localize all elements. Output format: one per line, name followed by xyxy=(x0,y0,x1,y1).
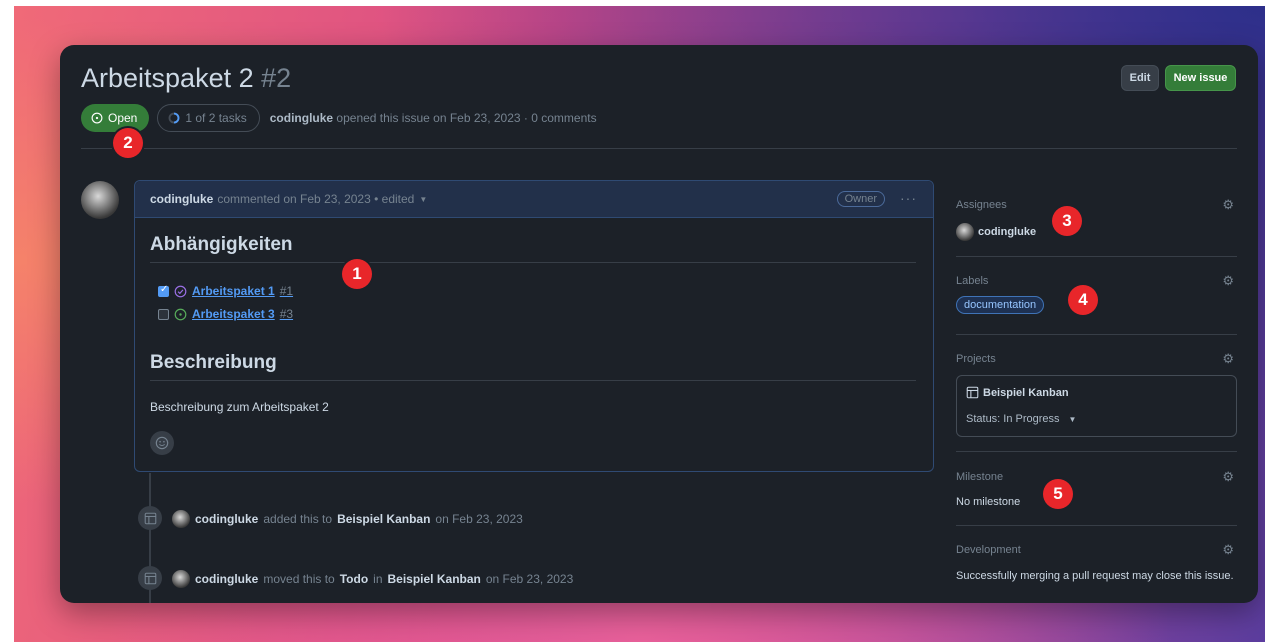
project-status: Status: In Progress xyxy=(966,413,1060,425)
timeline-user[interactable]: codingluke xyxy=(195,572,258,586)
annotation-marker-4: 4 xyxy=(1068,285,1098,315)
sidebar-divider xyxy=(956,451,1237,452)
sidebar-divider xyxy=(956,256,1237,257)
timeline-action: added this to xyxy=(263,512,333,526)
smiley-icon xyxy=(155,436,169,450)
sidebar-divider xyxy=(956,525,1237,526)
issue-opened-text: opened this issue on Feb 23, 2023 · 0 co… xyxy=(336,111,597,125)
chevron-down-icon: ▼ xyxy=(1068,414,1077,424)
issue-title-text: Arbeitspaket 2 xyxy=(81,63,254,93)
timeline-user[interactable]: codingluke xyxy=(195,512,258,526)
comment-header: codingluke commented on Feb 23, 2023 • e… xyxy=(135,181,933,218)
more-options-icon[interactable]: ··· xyxy=(900,190,917,206)
project-card: Beispiel Kanban Status: In Progress ▼ xyxy=(956,375,1237,437)
timeline-action: moved this to xyxy=(263,572,335,586)
avatar xyxy=(956,223,974,241)
assignee[interactable]: codingluke xyxy=(956,223,1036,241)
open-state-badge: Open xyxy=(81,104,150,132)
chevron-down-icon[interactable]: ▼ xyxy=(419,195,427,204)
issue-sidebar: Assignees ⚙ codingluke Labels ⚙ document… xyxy=(956,45,1237,603)
development-text: Successfully merging a pull request may … xyxy=(956,570,1234,582)
gear-icon[interactable]: ⚙ xyxy=(1222,351,1234,367)
annotation-marker-3: 3 xyxy=(1052,206,1082,236)
issue-state-row: Open 1 of 2 tasks codingluke opened this… xyxy=(81,104,597,132)
progress-ring-icon xyxy=(168,112,180,124)
issue-title: Arbeitspaket 2 #2 xyxy=(81,63,291,94)
open-issue-icon xyxy=(91,112,103,124)
task-list-item: Arbeitspaket 3 #3 xyxy=(158,307,293,321)
owner-badge: Owner xyxy=(836,191,885,207)
open-issue-icon xyxy=(174,308,187,320)
gear-icon[interactable]: ⚙ xyxy=(1222,469,1234,485)
milestone-value: No milestone xyxy=(956,496,1021,508)
project-table-icon xyxy=(138,566,162,590)
assignee-name: codingluke xyxy=(978,226,1037,238)
gear-icon[interactable]: ⚙ xyxy=(1222,273,1234,289)
timeline-date: on Feb 23, 2023 xyxy=(435,512,523,526)
gear-icon[interactable]: ⚙ xyxy=(1222,542,1234,558)
annotation-marker-1: 1 xyxy=(342,259,372,289)
timeline-column[interactable]: Todo xyxy=(340,572,368,586)
project-name-row[interactable]: Beispiel Kanban xyxy=(966,386,1069,399)
table-icon xyxy=(144,512,156,524)
annotation-marker-5: 5 xyxy=(1043,479,1073,509)
avatar[interactable] xyxy=(172,570,190,588)
heading-dependencies: Abhängigkeiten xyxy=(150,234,916,263)
timeline-event: codingluke added this to Beispiel Kanban… xyxy=(172,510,523,528)
sidebar-divider xyxy=(956,334,1237,335)
task-link[interactable]: Arbeitspaket 3 xyxy=(192,307,275,321)
task-number[interactable]: #3 xyxy=(280,307,293,321)
timeline-event: codingluke moved this to Todo in Beispie… xyxy=(172,570,573,588)
add-reaction-button[interactable] xyxy=(150,431,174,455)
issue-author-link[interactable]: codingluke xyxy=(270,111,333,125)
project-status-dropdown[interactable]: Status: In Progress ▼ xyxy=(966,413,1076,425)
timeline-connector: in xyxy=(373,572,383,586)
projects-title: Projects xyxy=(956,353,996,365)
closed-issue-icon xyxy=(174,285,187,297)
issue-window: Arbeitspaket 2 #2 Edit New issue Open 1 … xyxy=(60,45,1258,603)
comment-body: Beschreibung zum Arbeitspaket 2 xyxy=(150,400,329,414)
task-number[interactable]: #1 xyxy=(280,284,293,298)
development-title: Development xyxy=(956,544,1021,556)
timeline-project[interactable]: Beispiel Kanban xyxy=(337,512,430,526)
issue-number: #2 xyxy=(261,63,292,93)
tasks-progress-badge[interactable]: 1 of 2 tasks xyxy=(157,104,260,132)
avatar[interactable] xyxy=(172,510,190,528)
annotation-marker-2: 2 xyxy=(113,128,143,158)
task-checkbox-checked[interactable] xyxy=(158,284,169,297)
labels-title: Labels xyxy=(956,275,989,287)
task-link[interactable]: Arbeitspaket 1 xyxy=(192,284,275,298)
open-state-label: Open xyxy=(108,111,138,125)
comment-meta[interactable]: commented on Feb 23, 2023 • edited xyxy=(217,192,414,206)
comment-author-avatar[interactable] xyxy=(81,181,119,219)
issue-meta: codingluke opened this issue on Feb 23, … xyxy=(270,111,597,125)
label-documentation[interactable]: documentation xyxy=(956,296,1045,314)
timeline-project[interactable]: Beispiel Kanban xyxy=(388,572,481,586)
heading-description: Beschreibung xyxy=(150,352,916,381)
timeline-date: on Feb 23, 2023 xyxy=(485,572,574,586)
comment-author[interactable]: codingluke xyxy=(150,192,213,206)
project-table-icon xyxy=(138,506,162,530)
issue-comment: codingluke commented on Feb 23, 2023 • e… xyxy=(134,180,934,472)
task-list-item: Arbeitspaket 1 #1 xyxy=(158,284,293,298)
milestone-title: Milestone xyxy=(956,471,1004,483)
table-icon xyxy=(144,572,156,584)
table-icon xyxy=(966,386,979,399)
task-checkbox[interactable] xyxy=(158,308,169,320)
project-name: Beispiel Kanban xyxy=(983,386,1069,399)
tasks-progress-label: 1 of 2 tasks xyxy=(185,111,247,125)
assignees-title: Assignees xyxy=(956,199,1007,211)
gear-icon[interactable]: ⚙ xyxy=(1222,197,1234,213)
